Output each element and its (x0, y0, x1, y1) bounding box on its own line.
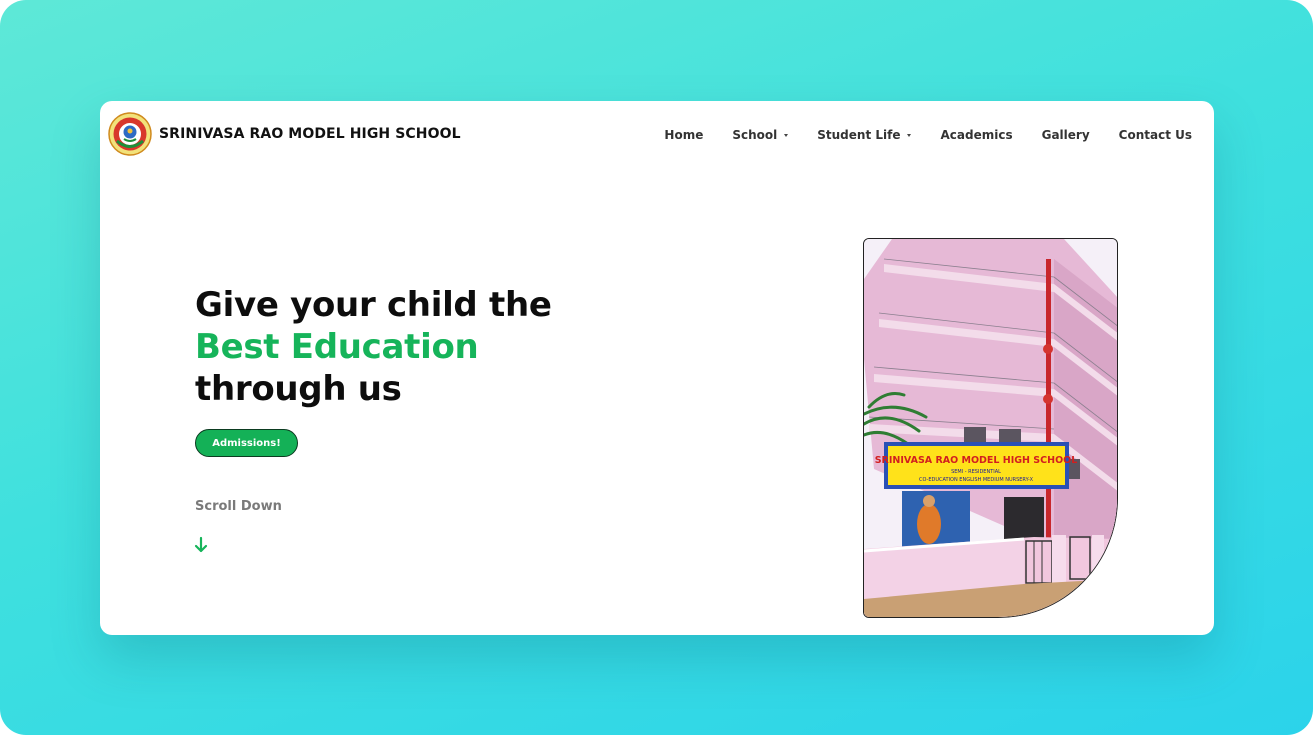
nav-contact-us[interactable]: Contact Us (1119, 128, 1192, 142)
nav-student-life-label: Student Life (817, 128, 901, 142)
main-nav: Home School Student Life Academics Galle… (635, 128, 1192, 142)
page-background: SRINIVASA RAO MODEL HIGH SCHOOL Home Sch… (0, 0, 1313, 735)
school-building-illustration: SRINIVASA RAO MODEL HIGH SCHOOL SEMI - R… (864, 239, 1117, 617)
arrow-down-icon[interactable] (193, 535, 209, 555)
nav-school[interactable]: School (732, 128, 789, 142)
nav-gallery[interactable]: Gallery (1042, 128, 1090, 142)
hero-line-1: Give your child the (195, 285, 552, 325)
scroll-down-label[interactable]: Scroll Down (195, 499, 282, 514)
caret-down-icon (784, 133, 789, 137)
sign-line-2: CO-EDUCATION ENGLISH MEDIUM NURSERY-X (919, 477, 1034, 483)
nav-academics-label: Academics (940, 128, 1013, 142)
school-name[interactable]: SRINIVASA RAO MODEL HIGH SCHOOL (159, 126, 461, 142)
nav-academics[interactable]: Academics (940, 128, 1012, 142)
nav-school-label: School (732, 128, 778, 142)
nav-home-label: Home (664, 128, 704, 142)
caret-down-icon (907, 133, 912, 137)
nav-gallery-label: Gallery (1041, 128, 1090, 142)
browser-window: SRINIVASA RAO MODEL HIGH SCHOOL Home Sch… (100, 101, 1214, 635)
hero-line-3: through us (195, 369, 402, 409)
sign-line-1: SEMI - RESIDENTIAL (951, 469, 1001, 475)
nav-student-life[interactable]: Student Life (817, 128, 912, 142)
hero-line-2: Best Education (195, 327, 479, 367)
sign-title: SRINIVASA RAO MODEL HIGH SCHOOL (875, 455, 1078, 466)
hero-heading: Give your child the Best Education throu… (195, 284, 552, 410)
nav-contact-us-label: Contact Us (1118, 128, 1192, 142)
admissions-button[interactable]: Admissions! (195, 429, 298, 457)
nav-home[interactable]: Home (664, 128, 703, 142)
school-building-photo: SRINIVASA RAO MODEL HIGH SCHOOL SEMI - R… (863, 238, 1118, 618)
school-emblem-icon[interactable] (108, 112, 152, 156)
